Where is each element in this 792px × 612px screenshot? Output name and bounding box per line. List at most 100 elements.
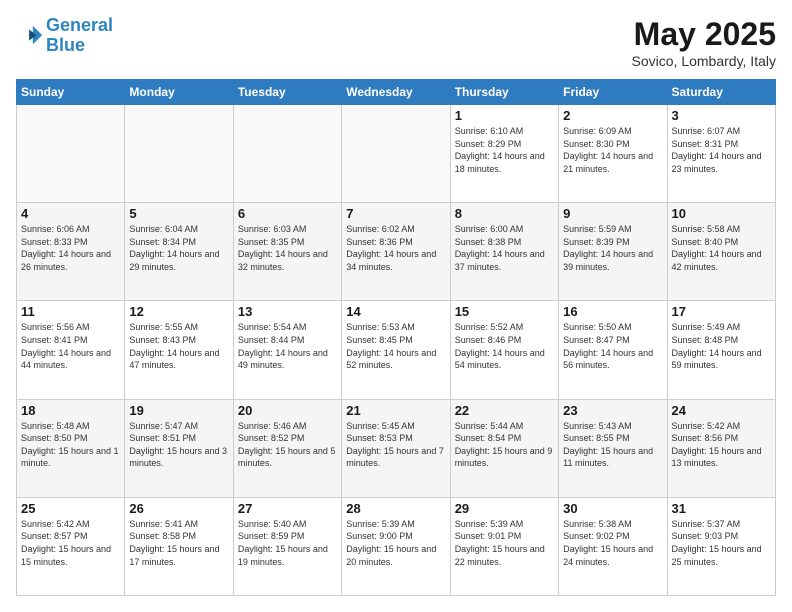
day-info: Sunrise: 5:55 AM Sunset: 8:43 PM Dayligh… [129,321,228,371]
logo-icon [16,22,44,50]
header-tuesday: Tuesday [233,80,341,105]
day-number: 8 [455,206,554,221]
calendar-cell: 1 Sunrise: 6:10 AM Sunset: 8:29 PM Daylig… [450,105,558,203]
calendar-week-5: 25 Sunrise: 5:42 AM Sunset: 8:57 PM Dayli… [17,497,776,595]
day-number: 28 [346,501,445,516]
calendar-cell [342,105,450,203]
calendar-cell: 5Sunrise: 6:04 AM Sunset: 8:34 PM Daylig… [125,203,233,301]
calendar-cell [125,105,233,203]
day-info: Sunrise: 5:43 AM Sunset: 8:55 PM Dayligh… [563,420,662,470]
calendar-cell: 2Sunrise: 6:09 AM Sunset: 8:30 PM Daylig… [559,105,667,203]
calendar-cell: 16 Sunrise: 5:50 AM Sunset: 8:47 PM Dayli… [559,301,667,399]
month-year: May 2025 [632,16,776,53]
calendar-cell [17,105,125,203]
day-number: 6 [238,206,337,221]
calendar-cell: 28 Sunrise: 5:39 AM Sunset: 9:00 PM Dayli… [342,497,450,595]
day-number: 26 [129,501,228,516]
day-number: 14 [346,304,445,319]
calendar-cell: 6 Sunrise: 6:03 AM Sunset: 8:35 PM Daylig… [233,203,341,301]
calendar-cell: 14 Sunrise: 5:53 AM Sunset: 8:45 PM Dayli… [342,301,450,399]
day-number: 18 [21,403,120,418]
day-number: 3 [672,108,771,123]
day-number: 1 [455,108,554,123]
calendar-cell: 23 Sunrise: 5:43 AM Sunset: 8:55 PM Dayli… [559,399,667,497]
calendar-cell [233,105,341,203]
day-number: 17 [672,304,771,319]
calendar-cell: 17 Sunrise: 5:49 AM Sunset: 8:48 PM Dayli… [667,301,775,399]
day-number: 23 [563,403,662,418]
day-number: 11 [21,304,120,319]
header-monday: Monday [125,80,233,105]
day-info: Sunrise: 6:02 AM Sunset: 8:36 PM Dayligh… [346,223,445,273]
day-info: Sunrise: 5:52 AM Sunset: 8:46 PM Dayligh… [455,321,554,371]
day-info: Sunrise: 5:37 AM Sunset: 9:03 PM Dayligh… [672,518,771,568]
calendar-cell: 29 Sunrise: 5:39 AM Sunset: 9:01 PM Dayli… [450,497,558,595]
header-friday: Friday [559,80,667,105]
header-wednesday: Wednesday [342,80,450,105]
day-info: Sunrise: 6:06 AM Sunset: 8:33 PM Dayligh… [21,223,120,273]
day-number: 9 [563,206,662,221]
calendar-cell: 19 Sunrise: 5:47 AM Sunset: 8:51 PM Dayli… [125,399,233,497]
day-info: Sunrise: 5:53 AM Sunset: 8:45 PM Dayligh… [346,321,445,371]
calendar-cell: 7 Sunrise: 6:02 AM Sunset: 8:36 PM Daylig… [342,203,450,301]
calendar-cell: 27 Sunrise: 5:40 AM Sunset: 8:59 PM Dayli… [233,497,341,595]
day-number: 10 [672,206,771,221]
day-number: 22 [455,403,554,418]
calendar-cell: 18 Sunrise: 5:48 AM Sunset: 8:50 PM Dayli… [17,399,125,497]
header: General Blue May 2025 Sovico, Lombardy, … [16,16,776,69]
day-info: Sunrise: 5:40 AM Sunset: 8:59 PM Dayligh… [238,518,337,568]
calendar-cell: 9 Sunrise: 5:59 AM Sunset: 8:39 PM Daylig… [559,203,667,301]
day-number: 27 [238,501,337,516]
calendar-week-1: 1 Sunrise: 6:10 AM Sunset: 8:29 PM Daylig… [17,105,776,203]
day-info: Sunrise: 6:10 AM Sunset: 8:29 PM Dayligh… [455,125,554,175]
day-info: Sunrise: 5:39 AM Sunset: 9:00 PM Dayligh… [346,518,445,568]
day-info: Sunrise: 5:48 AM Sunset: 8:50 PM Dayligh… [21,420,120,470]
calendar-cell: 26Sunrise: 5:41 AM Sunset: 8:58 PM Dayli… [125,497,233,595]
calendar-cell: 11 Sunrise: 5:56 AM Sunset: 8:41 PM Dayli… [17,301,125,399]
day-info: Sunrise: 5:56 AM Sunset: 8:41 PM Dayligh… [21,321,120,371]
calendar-cell: 20Sunrise: 5:46 AM Sunset: 8:52 PM Dayli… [233,399,341,497]
calendar-week-3: 11 Sunrise: 5:56 AM Sunset: 8:41 PM Dayli… [17,301,776,399]
calendar-cell: 13Sunrise: 5:54 AM Sunset: 8:44 PM Dayli… [233,301,341,399]
day-info: Sunrise: 5:49 AM Sunset: 8:48 PM Dayligh… [672,321,771,371]
calendar-cell: 4 Sunrise: 6:06 AM Sunset: 8:33 PM Daylig… [17,203,125,301]
header-saturday: Saturday [667,80,775,105]
day-info: Sunrise: 6:03 AM Sunset: 8:35 PM Dayligh… [238,223,337,273]
day-info: Sunrise: 6:07 AM Sunset: 8:31 PM Dayligh… [672,125,771,175]
calendar-cell: 8 Sunrise: 6:00 AM Sunset: 8:38 PM Daylig… [450,203,558,301]
calendar-cell: 30Sunrise: 5:38 AM Sunset: 9:02 PM Dayli… [559,497,667,595]
day-number: 7 [346,206,445,221]
day-number: 29 [455,501,554,516]
calendar-cell: 25 Sunrise: 5:42 AM Sunset: 8:57 PM Dayli… [17,497,125,595]
day-info: Sunrise: 5:58 AM Sunset: 8:40 PM Dayligh… [672,223,771,273]
day-number: 31 [672,501,771,516]
day-number: 16 [563,304,662,319]
day-info: Sunrise: 5:44 AM Sunset: 8:54 PM Dayligh… [455,420,554,470]
logo: General Blue [16,16,113,56]
day-number: 2 [563,108,662,123]
calendar-cell: 31 Sunrise: 5:37 AM Sunset: 9:03 PM Dayli… [667,497,775,595]
day-number: 4 [21,206,120,221]
day-info: Sunrise: 5:59 AM Sunset: 8:39 PM Dayligh… [563,223,662,273]
day-number: 19 [129,403,228,418]
day-info: Sunrise: 6:04 AM Sunset: 8:34 PM Dayligh… [129,223,228,273]
header-sunday: Sunday [17,80,125,105]
calendar-cell: 3 Sunrise: 6:07 AM Sunset: 8:31 PM Daylig… [667,105,775,203]
calendar-cell: 10 Sunrise: 5:58 AM Sunset: 8:40 PM Dayli… [667,203,775,301]
day-info: Sunrise: 6:00 AM Sunset: 8:38 PM Dayligh… [455,223,554,273]
day-info: Sunrise: 5:47 AM Sunset: 8:51 PM Dayligh… [129,420,228,470]
day-number: 13 [238,304,337,319]
calendar-header-row: Sunday Monday Tuesday Wednesday Thursday… [17,80,776,105]
day-number: 20 [238,403,337,418]
day-info: Sunrise: 5:42 AM Sunset: 8:56 PM Dayligh… [672,420,771,470]
day-info: Sunrise: 5:42 AM Sunset: 8:57 PM Dayligh… [21,518,120,568]
day-info: Sunrise: 5:50 AM Sunset: 8:47 PM Dayligh… [563,321,662,371]
day-info: Sunrise: 5:39 AM Sunset: 9:01 PM Dayligh… [455,518,554,568]
location: Sovico, Lombardy, Italy [632,53,776,69]
logo-text: General Blue [46,16,113,56]
day-number: 25 [21,501,120,516]
calendar-week-2: 4 Sunrise: 6:06 AM Sunset: 8:33 PM Daylig… [17,203,776,301]
day-info: Sunrise: 5:45 AM Sunset: 8:53 PM Dayligh… [346,420,445,470]
day-number: 30 [563,501,662,516]
calendar-cell: 21Sunrise: 5:45 AM Sunset: 8:53 PM Dayli… [342,399,450,497]
